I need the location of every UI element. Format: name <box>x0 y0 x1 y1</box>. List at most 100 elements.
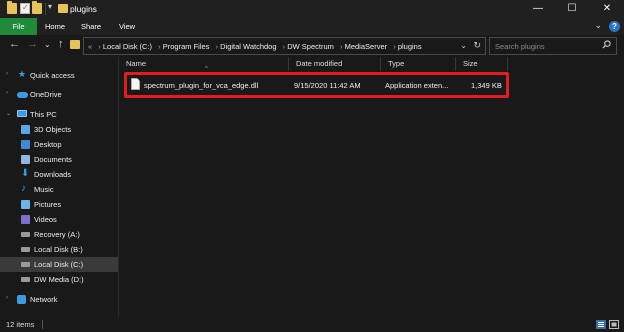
chevron-right-icon[interactable]: › <box>283 42 286 51</box>
folder-icon[interactable] <box>7 1 17 14</box>
highlight-box <box>124 72 509 98</box>
chevron-right-icon[interactable]: › <box>216 42 219 51</box>
help-icon[interactable]: ? <box>609 21 620 32</box>
sidebar-item-this-pc[interactable]: ⌄ This PC <box>0 107 118 122</box>
search-input[interactable]: Search plugins <box>489 37 617 55</box>
drive-icon <box>21 262 30 267</box>
breadcrumb: « › Local Disk (C:) › Program Files › Di… <box>88 42 422 51</box>
sidebar-item-label: Local Disk (C:) <box>34 260 84 269</box>
sidebar-item-label: 3D Objects <box>34 125 72 134</box>
breadcrumb-plugins[interactable]: plugins <box>398 42 422 51</box>
up-button[interactable]: ↑ <box>58 38 64 50</box>
breadcrumb-local-disk-c[interactable]: Local Disk (C:) <box>103 42 152 51</box>
customize-toolbar-dropdown[interactable]: ▾ <box>48 2 52 11</box>
new-folder-icon[interactable] <box>32 1 42 14</box>
chevron-right-icon[interactable]: › <box>393 42 396 51</box>
sidebar-item-onedrive[interactable]: › OneDrive <box>0 87 118 102</box>
sidebar-item-pictures[interactable]: Pictures <box>0 197 118 212</box>
chevron-right-icon[interactable]: › <box>340 42 343 51</box>
tab-share[interactable]: Share <box>73 18 109 35</box>
refresh-icon[interactable]: ↻ <box>473 40 481 51</box>
column-header-type[interactable]: Type <box>381 57 456 71</box>
status-bar: 12 items <box>0 317 624 332</box>
drive-icon <box>21 247 30 252</box>
column-header-name[interactable]: Name <box>119 57 289 71</box>
address-bar[interactable]: « › Local Disk (C:) › Program Files › Di… <box>83 37 486 55</box>
sidebar-item-label: Pictures <box>34 200 62 209</box>
address-dropdown-icon[interactable]: ⌄ <box>460 41 467 50</box>
tab-file[interactable]: File <box>0 18 37 35</box>
column-header-size[interactable]: Size <box>456 57 508 71</box>
sidebar-item-music[interactable]: ♪ Music <box>0 182 118 197</box>
network-icon <box>17 295 26 304</box>
status-divider <box>42 320 43 329</box>
cloud-icon <box>17 92 28 98</box>
sidebar-item-recovery-a[interactable]: Recovery (A:) <box>0 227 118 242</box>
sidebar-item-quick-access[interactable]: › ★ Quick access <box>0 68 118 83</box>
search-placeholder: Search plugins <box>495 42 545 51</box>
sidebar-item-label: Downloads <box>34 170 72 179</box>
sidebar-item-label: OneDrive <box>30 90 62 99</box>
breadcrumb-dw-spectrum[interactable]: DW Spectrum <box>287 42 334 51</box>
sidebar-item-downloads[interactable]: ⬇ Downloads <box>0 167 118 182</box>
title-bar: ▾ plugins — ☐ ✕ <box>0 0 624 18</box>
videos-icon <box>21 215 30 224</box>
drive-icon <box>21 277 30 282</box>
breadcrumb-program-files[interactable]: Program Files <box>163 42 210 51</box>
sidebar-item-label: Quick access <box>30 71 75 80</box>
pictures-icon <box>21 200 30 209</box>
sidebar-item-label: Videos <box>34 215 57 224</box>
window-title: plugins <box>70 4 97 14</box>
documents-icon <box>21 155 30 164</box>
sidebar-item-network[interactable]: › Network <box>0 292 118 307</box>
title-folder-icon <box>58 4 68 13</box>
sidebar-item-label: This PC <box>30 110 57 119</box>
chevron-right-icon[interactable]: › <box>98 42 101 51</box>
sidebar-item-label: Network <box>30 295 58 304</box>
sidebar-item-documents[interactable]: Documents <box>0 152 118 167</box>
tab-view[interactable]: View <box>110 18 144 35</box>
expand-icon[interactable]: ⌄ <box>6 110 11 117</box>
chevron-right-icon[interactable]: › <box>158 42 161 51</box>
location-folder-icon <box>70 40 80 49</box>
drive-icon <box>21 232 30 237</box>
item-count: 12 items <box>6 320 35 329</box>
sidebar-item-local-disk-b[interactable]: Local Disk (B:) <box>0 242 118 257</box>
desktop-icon <box>21 140 30 149</box>
recent-locations-dropdown[interactable]: ⌄ <box>44 40 51 49</box>
sidebar-item-label: Local Disk (B:) <box>34 245 83 254</box>
sidebar-item-3d-objects[interactable]: 3D Objects <box>0 122 118 137</box>
sidebar-item-label: DW Media (D:) <box>34 275 84 284</box>
search-icon[interactable] <box>602 40 611 51</box>
large-icons-view-icon[interactable] <box>609 320 619 329</box>
sidebar-item-label: Recovery (A:) <box>34 230 80 239</box>
sidebar-item-label: Documents <box>34 155 72 164</box>
maximize-button[interactable]: ☐ <box>555 0 589 18</box>
column-header-date-modified[interactable]: Date modified <box>289 57 381 71</box>
properties-icon[interactable] <box>20 3 30 14</box>
breadcrumb-mediaserver[interactable]: MediaServer <box>345 42 388 51</box>
expand-ribbon-icon[interactable]: ⌄ <box>594 20 602 31</box>
toolbar-divider <box>45 3 46 15</box>
sidebar-item-desktop[interactable]: Desktop <box>0 137 118 152</box>
expand-icon[interactable]: › <box>6 71 8 77</box>
sidebar-item-videos[interactable]: Videos <box>0 212 118 227</box>
sidebar-item-dw-media-d[interactable]: DW Media (D:) <box>0 272 118 287</box>
sidebar-item-label: Desktop <box>34 140 62 149</box>
expand-icon[interactable]: › <box>6 90 8 96</box>
sidebar-item-local-disk-c[interactable]: Local Disk (C:) <box>0 257 118 272</box>
sidebar-item-label: Music <box>34 185 54 194</box>
expand-icon[interactable]: › <box>6 295 8 301</box>
tab-home[interactable]: Home <box>38 18 72 35</box>
back-button[interactable]: ← <box>9 38 20 50</box>
navigation-pane: › ★ Quick access › OneDrive ⌄ This PC 3D… <box>0 57 118 317</box>
close-button[interactable]: ✕ <box>590 0 624 18</box>
details-view-icon[interactable] <box>596 320 606 329</box>
ribbon-tabs: File Home Share View ⌄ ? <box>0 18 624 35</box>
breadcrumb-overflow[interactable]: « <box>88 42 92 51</box>
download-icon: ⬇ <box>21 168 30 179</box>
forward-button[interactable]: → <box>27 38 38 50</box>
music-icon: ♪ <box>21 183 26 194</box>
minimize-button[interactable]: — <box>521 0 555 18</box>
breadcrumb-digital-watchdog[interactable]: Digital Watchdog <box>220 42 276 51</box>
